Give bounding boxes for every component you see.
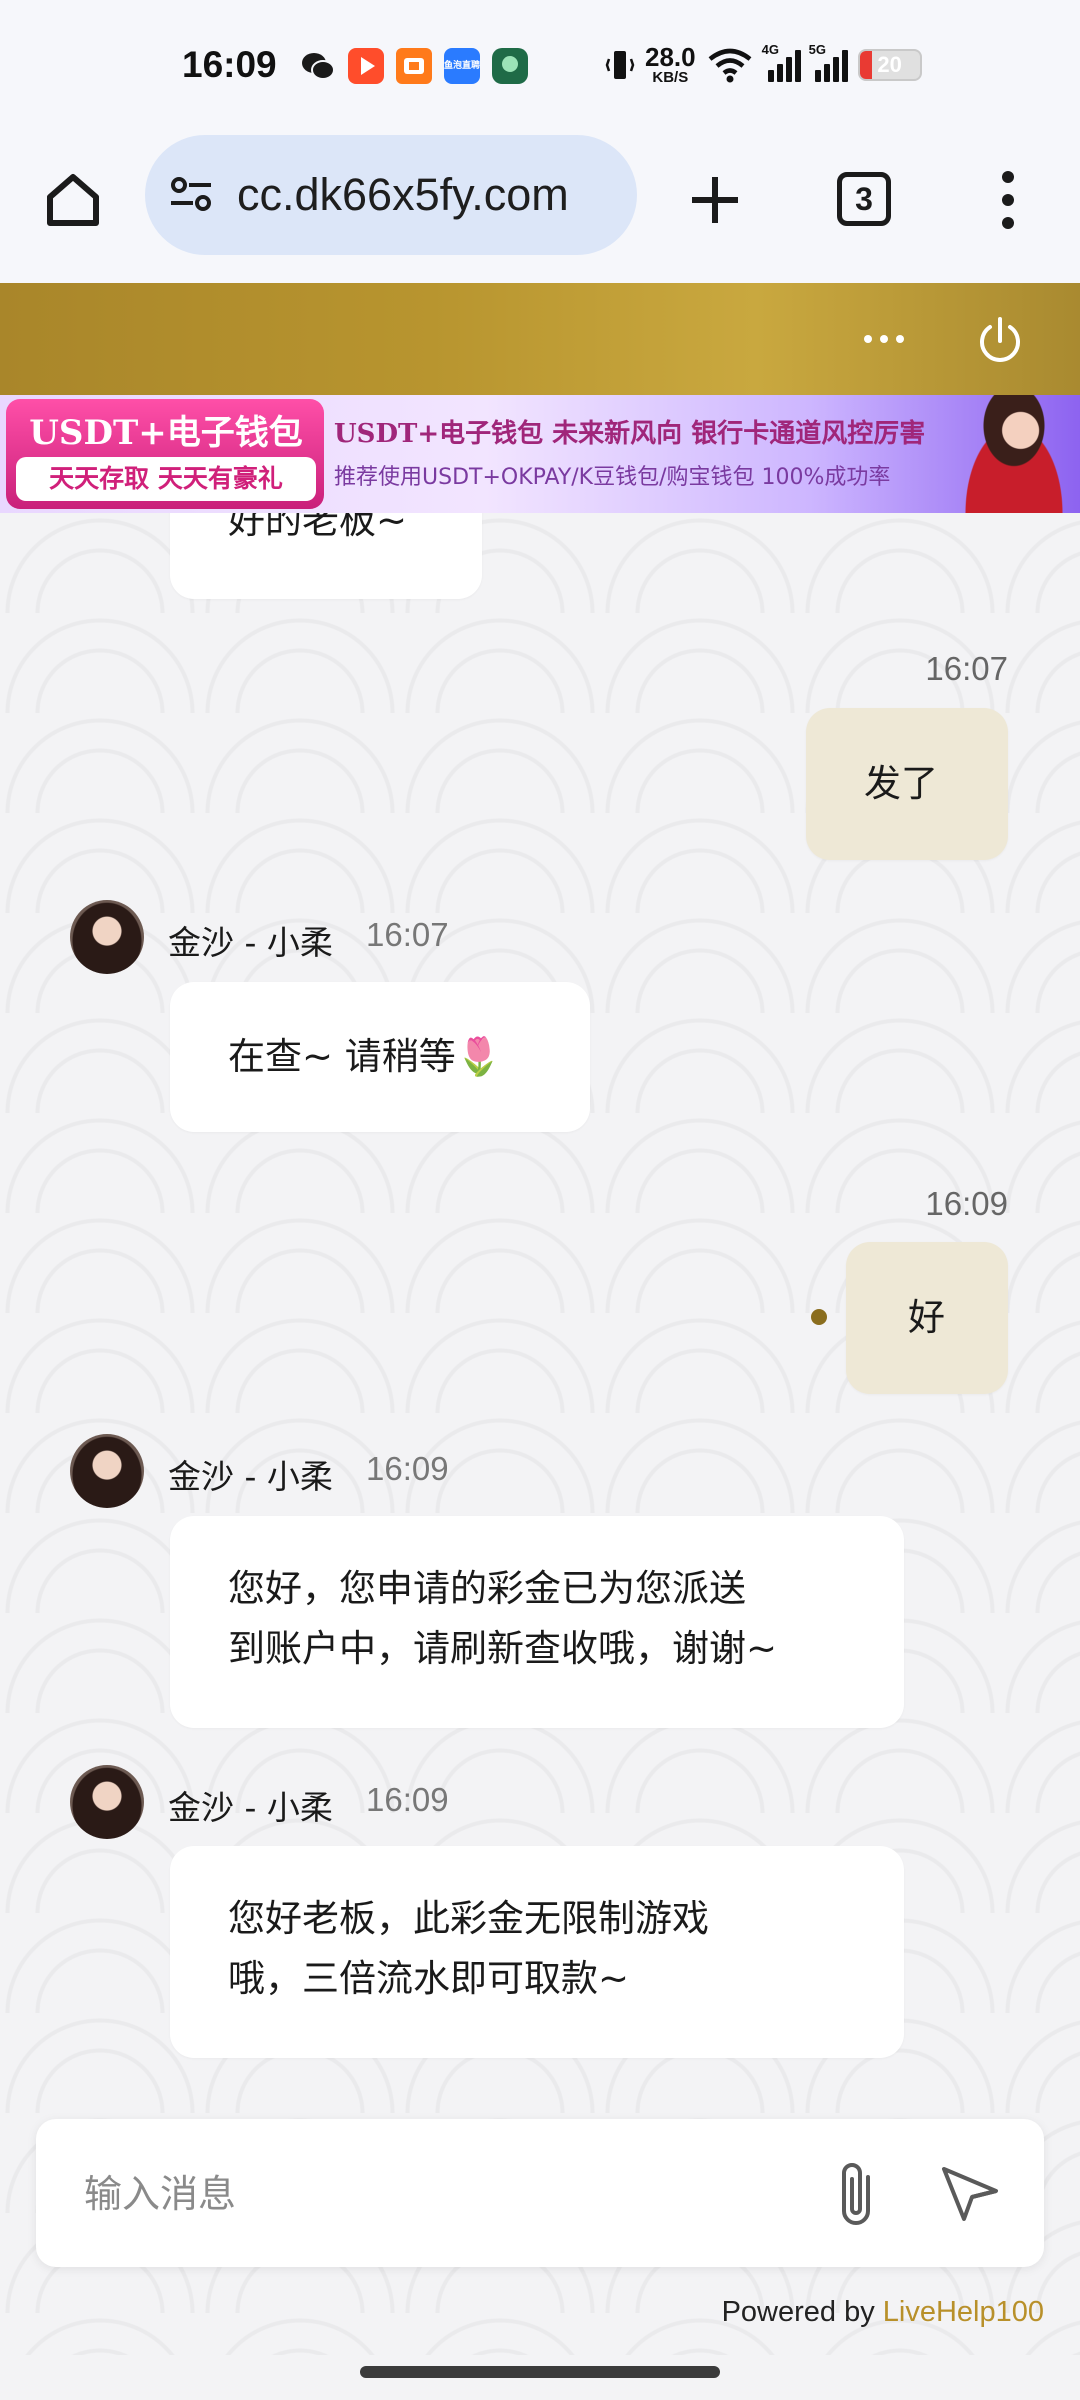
video-app-icon <box>348 48 384 84</box>
site-settings-icon[interactable] <box>167 173 215 215</box>
wifi-icon <box>708 48 752 82</box>
signal-5g-icon: 5G <box>809 42 848 82</box>
net-speed: 28.0 KB/S <box>645 42 696 86</box>
browser-menu-button[interactable] <box>985 167 1031 233</box>
powered-prefix: Powered by <box>721 2296 883 2328</box>
sender-name: 金沙 - 小柔 <box>168 1788 333 1827</box>
message-bubble-outgoing: 发了 <box>806 708 1008 860</box>
home-button[interactable] <box>38 165 108 235</box>
sender-time: 16:09 <box>366 1781 449 1818</box>
more-vertical-icon <box>1002 171 1014 229</box>
message-bubble-incoming: 您好，您申请的彩金已为您派送 到账户中，请刷新查收哦，谢谢~ <box>170 1516 904 1728</box>
power-icon <box>980 317 1020 362</box>
live-app-icon: 鱼泡直聘 <box>444 48 480 84</box>
system-icons: 28.0 KB/S 4G 5G 20 <box>605 42 922 86</box>
message-sender-row: 金沙 - 小柔 16:09 <box>70 1434 870 1510</box>
message-time: 16:07 <box>925 650 1008 687</box>
agent-avatar <box>70 1765 144 1839</box>
sender-time: 16:07 <box>366 916 449 953</box>
ad-banner[interactable]: USDT+电子钱包 天天存取 天天有豪礼 USDT+电子钱包 未来新风向 银行卡… <box>0 395 1080 513</box>
notification-icons: 鱼泡直聘 <box>300 48 528 84</box>
powered-brand-link[interactable]: LiveHelp100 <box>883 2296 1044 2328</box>
sender-name: 金沙 - 小柔 <box>168 1457 333 1496</box>
message-input[interactable] <box>84 2159 784 2229</box>
powered-by: Powered by LiveHelp100 <box>722 2296 1044 2329</box>
tab-switcher-button[interactable]: 3 <box>837 172 891 226</box>
ad-subline: 推荐使用USDT+OKPAY/K豆钱包/购宝钱包 100%成功率 <box>334 465 891 490</box>
plus-icon <box>692 177 738 223</box>
battery-level: 20 <box>877 51 902 77</box>
agent-avatar <box>70 1434 144 1508</box>
end-chat-button[interactable] <box>972 313 1028 369</box>
message-text-line: 您好，您申请的彩金已为您派送 <box>228 1567 746 1610</box>
message-time: 16:09 <box>925 1185 1008 1222</box>
message-sender-row: 金沙 - 小柔 16:09 <box>70 1765 870 1841</box>
message-text: 在查~ 请稍等🌷 <box>228 1035 502 1078</box>
message-text: 发了 <box>864 762 938 805</box>
message-text-line: 您好老板，此彩金无限制游戏 <box>228 1897 709 1940</box>
ad-left-title: USDT+电子钱包 <box>29 413 303 453</box>
vibrate-icon <box>605 50 635 79</box>
wechat-icon <box>300 48 336 84</box>
chat-messages[interactable]: 好的老板~ 16:07 发了 金沙 - 小柔 16:07 在查~ 请稍等🌷 16… <box>0 513 1080 2355</box>
attach-button[interactable] <box>824 2155 894 2235</box>
green-app-icon <box>492 48 528 84</box>
ad-model-image <box>948 395 1080 513</box>
message-bubble-incoming: 好的老板~ <box>170 513 482 599</box>
shop-app-icon <box>396 48 432 84</box>
agent-avatar <box>70 900 144 974</box>
message-bubble-incoming: 在查~ 请稍等🌷 <box>170 982 590 1132</box>
send-button[interactable] <box>934 2157 1006 2229</box>
sender-name: 金沙 - 小柔 <box>168 923 333 962</box>
message-text: 好 <box>908 1296 945 1339</box>
chat-header <box>0 283 1080 395</box>
sender-time: 16:09 <box>366 1450 449 1487</box>
message-bubble-outgoing: 好 <box>846 1242 1008 1394</box>
more-horizontal-icon <box>864 335 904 343</box>
status-bar: 16:09 鱼泡直聘 28.0 KB/S 4G 5G 20 <box>0 0 1080 135</box>
clock: 16:09 <box>182 44 277 85</box>
ad-left-subtitle: 天天存取 天天有豪礼 <box>16 457 316 501</box>
battery-icon: 20 <box>857 48 922 81</box>
new-tab-button[interactable] <box>680 165 750 235</box>
home-indicator[interactable] <box>360 2366 720 2378</box>
more-options-button[interactable] <box>858 317 910 361</box>
send-icon <box>942 2167 998 2221</box>
browser-toolbar: cc.dk66x5fy.com 3 <box>0 135 1080 283</box>
message-sender-row: 金沙 - 小柔 16:07 <box>70 900 870 976</box>
unread-indicator <box>811 1309 827 1325</box>
ad-left-panel: USDT+电子钱包 天天存取 天天有豪礼 <box>6 399 324 509</box>
home-icon <box>47 174 99 226</box>
signal-4g-icon: 4G <box>762 42 801 82</box>
ad-headline: USDT+电子钱包 未来新风向 银行卡通道风控厉害 <box>334 419 926 449</box>
url-text[interactable]: cc.dk66x5fy.com <box>237 169 627 221</box>
address-bar[interactable]: cc.dk66x5fy.com <box>145 135 637 255</box>
message-text-line: 到账户中，请刷新查收哦，谢谢~ <box>228 1627 778 1670</box>
message-composer <box>36 2119 1044 2267</box>
message-text-line: 哦，三倍流水即可取款~ <box>228 1957 630 2000</box>
paperclip-icon <box>842 2163 870 2225</box>
message-bubble-incoming: 您好老板，此彩金无限制游戏 哦，三倍流水即可取款~ <box>170 1846 904 2058</box>
message-text: 好的老板~ <box>228 513 408 542</box>
